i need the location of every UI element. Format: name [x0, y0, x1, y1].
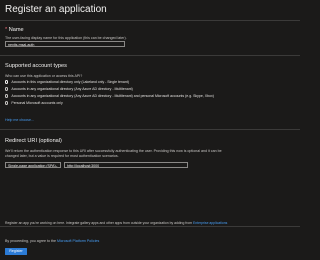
account-type-option-personal[interactable]: Personal Microsoft accounts only [5, 101, 63, 105]
radio-unselected[interactable] [5, 87, 9, 91]
account-types-heading: Supported account types [5, 63, 67, 69]
section-divider [0, 129, 300, 130]
name-description: The user-facing display name for this ap… [5, 36, 127, 40]
section-divider [0, 55, 300, 56]
policy-note: By proceeding, you agree to the Microsof… [5, 239, 99, 243]
radio-unselected[interactable] [5, 101, 9, 105]
footer-note: Register an app you're working on here. … [5, 221, 227, 225]
footer-divider [0, 226, 300, 227]
platform-select[interactable]: Single-page application (SPA) ⌄ [5, 162, 61, 168]
name-label: Name [8, 27, 24, 33]
register-button[interactable]: Register [5, 248, 27, 255]
platform-select-value: Single-page application (SPA) [8, 164, 56, 168]
page-title: Register an application [5, 4, 107, 15]
radio-unselected[interactable] [5, 94, 9, 98]
name-input-value: nextjs-msal-auth [8, 43, 35, 47]
option-label: Accounts in this organizational director… [11, 80, 129, 84]
required-marker: * [5, 27, 8, 33]
option-label: Personal Microsoft accounts only [11, 101, 63, 105]
account-type-option-multitenant-personal[interactable]: Accounts in any organizational directory… [5, 94, 214, 98]
chevron-down-icon: ⌄ [55, 164, 58, 168]
account-types-question: Who can use this application or access t… [5, 74, 83, 78]
platform-policies-link[interactable]: Microsoft Platform Policies [57, 239, 99, 243]
account-type-option-single-tenant[interactable]: Accounts in this organizational director… [5, 80, 129, 84]
redirect-heading: Redirect URI (optional) [5, 138, 62, 144]
redirect-uri-value: http://localhost:3000 [67, 164, 100, 168]
footer-note-text: Register an app you're working on here. … [5, 221, 193, 225]
header-divider [0, 20, 300, 21]
name-heading: * Name [5, 27, 24, 33]
policy-prefix: By proceeding, you agree to the [5, 239, 56, 243]
redirect-description-line1: We'll return the authentication response… [5, 149, 222, 153]
option-label: Accounts in any organizational directory… [11, 94, 214, 98]
redirect-description-line2: changed later, but a value is required f… [5, 154, 119, 158]
account-type-option-multitenant[interactable]: Accounts in any organizational directory… [5, 87, 133, 91]
redirect-uri-input[interactable]: http://localhost:3000 [64, 162, 188, 168]
enterprise-applications-link[interactable]: Enterprise applications [193, 221, 227, 225]
name-input[interactable]: nextjs-msal-auth [5, 41, 125, 47]
help-me-choose-link[interactable]: Help me choose... [5, 118, 34, 122]
radio-selected[interactable] [5, 80, 9, 84]
option-label: Accounts in any organizational directory… [11, 87, 133, 91]
